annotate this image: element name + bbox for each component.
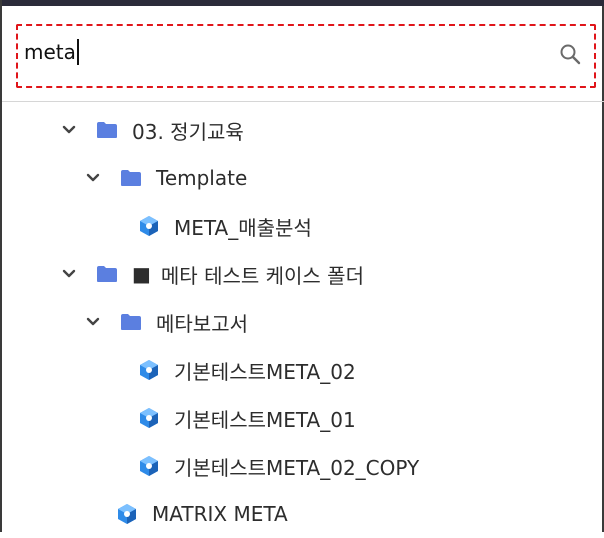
search-input-value: meta bbox=[24, 40, 76, 64]
tree-item-report[interactable]: MATRIX META bbox=[116, 490, 288, 538]
tree-item-folder-template[interactable]: Template bbox=[82, 154, 247, 202]
chevron-down-icon[interactable] bbox=[82, 311, 104, 333]
chevron-down-icon[interactable] bbox=[58, 263, 80, 285]
search-highlight-box bbox=[16, 24, 596, 88]
report-cube-icon bbox=[140, 360, 158, 380]
tree-item-label: MATRIX META bbox=[152, 502, 288, 526]
tree-item-label: Template bbox=[156, 166, 248, 190]
tree-item-label: 메타보고서 bbox=[156, 311, 248, 336]
tree-item-folder-meta-test[interactable]: ■ 메타 테스트 케이스 폴더 bbox=[58, 250, 364, 298]
tree-item-label: 기본테스트META_02_COPY bbox=[174, 455, 420, 480]
tree-item-label: 메타 테스트 케이스 폴더 bbox=[160, 263, 364, 288]
report-cube-icon bbox=[140, 216, 158, 236]
tree-item-report[interactable]: 기본테스트META_01 bbox=[138, 394, 356, 442]
folder-icon bbox=[97, 266, 117, 282]
folder-icon bbox=[97, 122, 117, 138]
tree-item-label: 03. 정기교육 bbox=[132, 119, 244, 144]
tree-item-label: 기본테스트META_02 bbox=[174, 359, 356, 384]
search-area: meta bbox=[2, 6, 604, 102]
search-icon[interactable] bbox=[558, 42, 582, 66]
search-input[interactable]: meta bbox=[24, 37, 79, 67]
text-caret bbox=[76, 39, 79, 65]
square-prefix: ■ bbox=[132, 262, 151, 286]
tree-panel: meta 03. 정기교육 Template META_매출분석 ■ 메타 테스… bbox=[0, 0, 604, 532]
tree-item-report[interactable]: 기본테스트META_02 bbox=[138, 346, 356, 394]
tree-item-folder-03-education[interactable]: 03. 정기교육 bbox=[58, 106, 244, 154]
tree-item-label: META_매출분석 bbox=[174, 215, 312, 240]
chevron-down-icon[interactable] bbox=[58, 119, 80, 141]
chevron-down-icon[interactable] bbox=[82, 167, 104, 189]
tree-item-report[interactable]: 기본테스트META_02_COPY bbox=[138, 442, 419, 490]
tree-item-folder-meta-report[interactable]: 메타보고서 bbox=[82, 298, 248, 346]
report-cube-icon bbox=[140, 456, 158, 476]
folder-icon bbox=[121, 170, 141, 186]
tree-item-report[interactable]: META_매출분석 bbox=[138, 202, 312, 250]
report-cube-icon bbox=[118, 504, 136, 524]
folder-icon bbox=[121, 314, 141, 330]
tree-item-label: 기본테스트META_01 bbox=[174, 407, 356, 432]
report-cube-icon bbox=[140, 408, 158, 428]
